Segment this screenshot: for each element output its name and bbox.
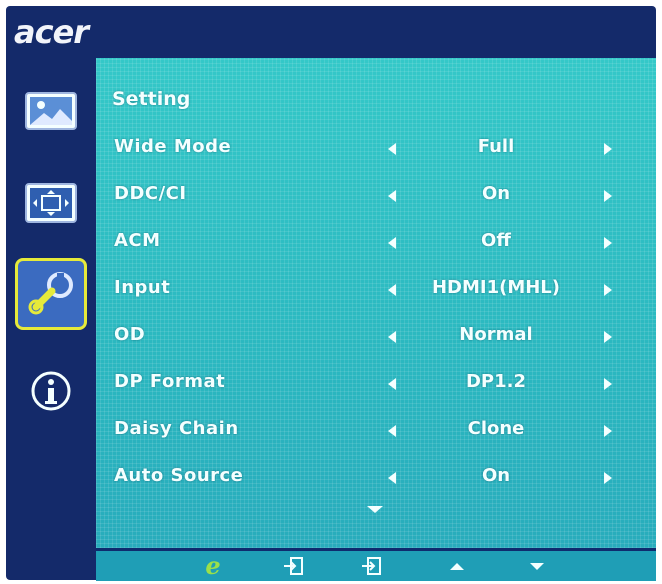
input-exit-icon [284, 557, 303, 575]
enter-button[interactable] [354, 553, 388, 579]
panel-title: Setting [112, 88, 191, 110]
setting-row-ddc-ci[interactable]: DDC/CI On [96, 175, 656, 215]
setting-label: Auto Source [114, 465, 244, 486]
left-arrow-icon[interactable] [388, 378, 396, 390]
down-button[interactable] [520, 553, 554, 579]
sidebar-item-picture[interactable] [18, 80, 84, 142]
acer-logo: acer [14, 13, 89, 51]
setting-label: Daisy Chain [114, 418, 239, 439]
settings-panel: Setting Wide Mode Full DDC/CI On ACM Off… [96, 58, 656, 548]
left-arrow-icon[interactable] [388, 143, 396, 155]
picture-icon [25, 92, 77, 130]
setting-value: HDMI1(MHL) [431, 277, 561, 298]
setting-value: Full [477, 136, 515, 157]
right-arrow-icon[interactable] [604, 425, 612, 437]
setting-value: DP1.2 [465, 371, 527, 392]
setting-row-od[interactable]: OD Normal [96, 316, 656, 356]
settings-wrench-icon [28, 272, 73, 315]
setting-value: Normal [459, 324, 533, 345]
right-arrow-icon[interactable] [604, 143, 612, 155]
setting-row-wide-mode[interactable]: Wide Mode Full [96, 128, 656, 168]
left-arrow-icon[interactable] [388, 190, 396, 202]
left-arrow-icon[interactable] [388, 472, 396, 484]
up-button[interactable] [440, 553, 474, 579]
right-arrow-icon[interactable] [604, 284, 612, 296]
sidebar-item-display[interactable] [18, 172, 84, 234]
right-arrow-icon[interactable] [604, 331, 612, 343]
scroll-down-icon[interactable] [367, 506, 383, 513]
enter-icon [362, 557, 381, 575]
setting-label: OD [114, 324, 146, 345]
setting-row-dp-format[interactable]: DP Format DP1.2 [96, 363, 656, 403]
setting-label: Input [114, 277, 171, 298]
left-arrow-icon[interactable] [388, 331, 396, 343]
up-arrow-icon [450, 562, 464, 570]
left-arrow-icon[interactable] [388, 425, 396, 437]
setting-value: Off [481, 230, 511, 251]
right-arrow-icon[interactable] [604, 378, 612, 390]
monitor-osd: acer Setting Wide Mode Full DDC/CI On AC… [0, 0, 662, 584]
setting-label: Wide Mode [114, 136, 232, 157]
setting-row-input[interactable]: Input HDMI1(MHL) [96, 269, 656, 309]
down-arrow-icon [530, 562, 544, 570]
bottom-button-bar: e [96, 548, 656, 581]
setting-row-daisy-chain[interactable]: Daisy Chain Clone [96, 410, 656, 450]
sidebar [10, 70, 96, 550]
setting-label: DDC/CI [114, 183, 187, 204]
input-button[interactable] [276, 553, 310, 579]
setting-value: Clone [467, 418, 525, 439]
right-arrow-icon[interactable] [604, 472, 612, 484]
eco-button[interactable]: e [196, 553, 230, 579]
info-icon [31, 371, 71, 411]
left-arrow-icon[interactable] [388, 237, 396, 249]
setting-label: DP Format [114, 371, 226, 392]
right-arrow-icon[interactable] [604, 237, 612, 249]
sidebar-item-settings[interactable] [15, 258, 87, 330]
sidebar-item-info[interactable] [18, 360, 84, 422]
display-position-icon [25, 183, 77, 223]
setting-label: ACM [114, 230, 161, 251]
setting-row-auto-source[interactable]: Auto Source On [96, 457, 656, 497]
setting-value: On [481, 183, 511, 204]
left-arrow-icon[interactable] [388, 284, 396, 296]
right-arrow-icon[interactable] [604, 190, 612, 202]
setting-row-acm[interactable]: ACM Off [96, 222, 656, 262]
setting-value: On [481, 465, 511, 486]
eco-e-icon: e [205, 551, 221, 580]
